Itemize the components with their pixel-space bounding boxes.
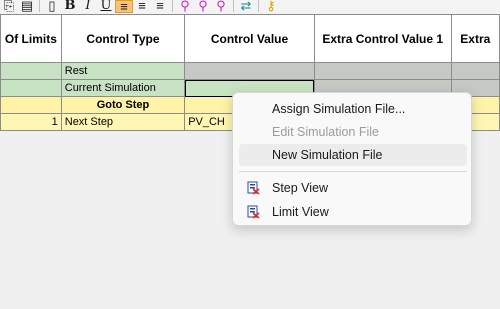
bold-button[interactable]: B bbox=[61, 0, 79, 13]
menu-item-assign-simulation-file[interactable]: Assign Simulation File... bbox=[239, 98, 467, 120]
toolbar-separator bbox=[172, 0, 173, 12]
column-header[interactable]: Of Limits bbox=[0, 14, 62, 63]
column-header[interactable]: Extra Control Value 1 bbox=[313, 14, 452, 63]
menu-item-step-view[interactable]: Step View bbox=[239, 177, 467, 199]
underline-button[interactable]: U bbox=[97, 0, 115, 13]
align-right-icon[interactable]: ≡ bbox=[151, 0, 169, 13]
table-cell[interactable] bbox=[0, 96, 62, 114]
table-row: Rest bbox=[0, 62, 500, 80]
menu-item-label: Limit View bbox=[272, 205, 329, 219]
menu-item-label: Step View bbox=[272, 181, 329, 195]
toolbar-separator bbox=[39, 0, 40, 12]
header-row: Of Limits Control Type Control Value Ext… bbox=[0, 14, 500, 63]
menu-item-limit-view[interactable]: Limit View bbox=[239, 201, 467, 223]
menu-item-label: Edit Simulation File bbox=[272, 125, 379, 139]
menu-item-label: Assign Simulation File... bbox=[272, 102, 406, 116]
find-next-icon[interactable]: ⚲ bbox=[194, 0, 212, 13]
toolbar-separator bbox=[258, 0, 259, 12]
table-cell[interactable] bbox=[0, 79, 62, 97]
clipboard-icon[interactable]: ▯ bbox=[43, 0, 61, 13]
find-icon[interactable]: ⚲ bbox=[176, 0, 194, 13]
table-cell[interactable] bbox=[0, 62, 62, 80]
align-center-icon[interactable]: ≡ bbox=[133, 0, 151, 13]
limit-view-icon bbox=[247, 205, 260, 219]
table-cell[interactable] bbox=[313, 62, 452, 80]
menu-item-label: New Simulation File bbox=[272, 148, 383, 162]
format-toolbar: ⎘ ▤ ▯ B I U ≡ ≡ ≡ ⚲ ⚲ ⚲ ⇄ ⚷ bbox=[0, 0, 500, 15]
copy-icon[interactable]: ⎘ bbox=[0, 0, 18, 13]
table-cell[interactable]: Current Simulation bbox=[60, 79, 186, 97]
column-header[interactable]: Control Type bbox=[60, 14, 186, 63]
italic-button[interactable]: I bbox=[79, 0, 97, 13]
context-menu: Assign Simulation File... Edit Simulatio… bbox=[232, 92, 472, 226]
toolbar-separator bbox=[233, 0, 234, 12]
table-cell[interactable]: Goto Step bbox=[60, 96, 186, 114]
table-cell[interactable] bbox=[450, 62, 500, 80]
replace-icon[interactable]: ⇄ bbox=[237, 0, 255, 13]
table-cell[interactable]: Next Step bbox=[60, 113, 186, 131]
find-previous-icon[interactable]: ⚲ bbox=[212, 0, 230, 13]
key-icon[interactable]: ⚷ bbox=[262, 0, 280, 13]
paste-icon[interactable]: ▤ bbox=[18, 0, 36, 13]
column-header[interactable]: Control Value bbox=[184, 14, 315, 63]
menu-item-new-simulation-file[interactable]: New Simulation File bbox=[239, 144, 467, 166]
align-left-icon[interactable]: ≡ bbox=[115, 0, 133, 13]
menu-separator bbox=[239, 171, 467, 172]
column-header[interactable]: Extra bbox=[450, 14, 500, 63]
table-cell[interactable]: Rest bbox=[60, 62, 186, 80]
table-cell[interactable]: 1 bbox=[0, 113, 62, 131]
step-view-icon bbox=[247, 181, 260, 195]
table-cell[interactable] bbox=[184, 62, 315, 80]
menu-item-edit-simulation-file: Edit Simulation File bbox=[239, 121, 467, 143]
